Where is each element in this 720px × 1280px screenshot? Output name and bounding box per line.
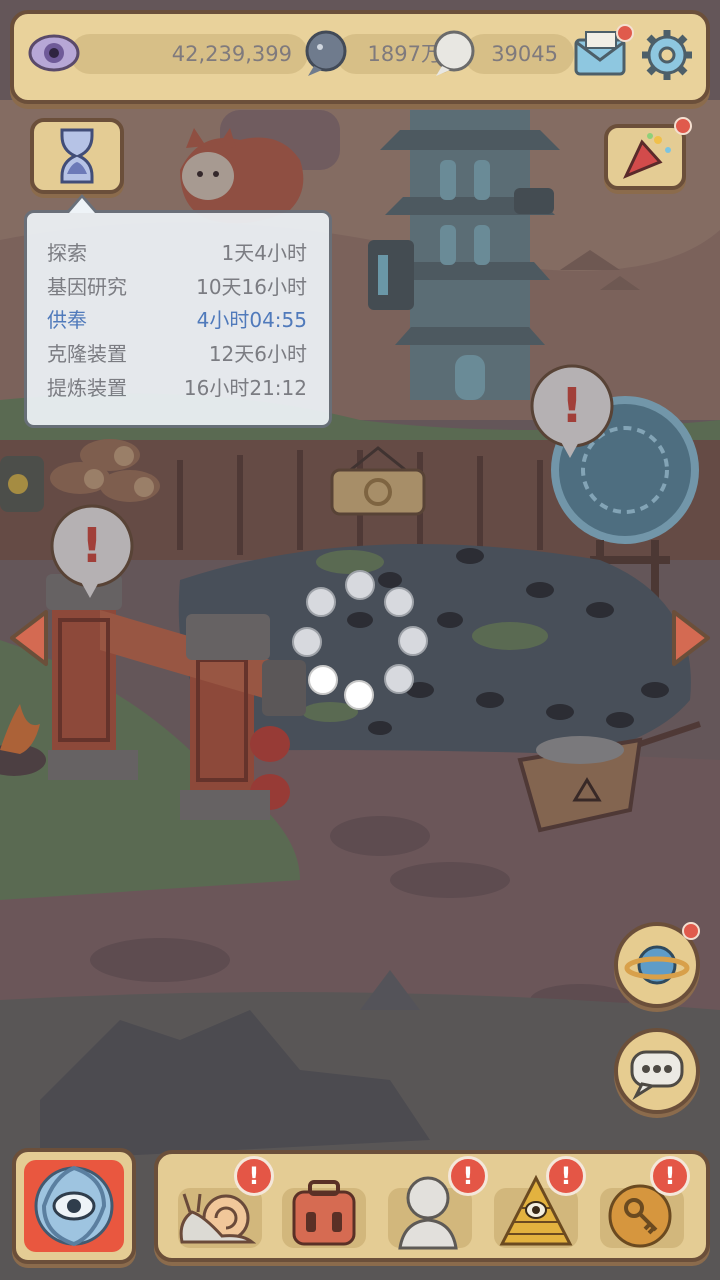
left-arrow-icon[interactable] [6, 608, 52, 668]
event-button[interactable] [604, 124, 686, 190]
tooltip-row-refinery: 提炼装置 16小时21:12 [47, 372, 307, 404]
pond-dot[interactable] [345, 570, 375, 600]
tooltip-row-label: 探索 [47, 241, 87, 265]
speech-resource-value: 39045 [491, 42, 558, 66]
suitcase-icon [292, 1180, 356, 1246]
chat-button[interactable] [614, 1028, 700, 1114]
tooltip-row-value: 10天16小时 [196, 275, 307, 299]
timer-button[interactable] [30, 118, 124, 194]
pond-dot[interactable] [384, 664, 414, 694]
party-popper-icon [622, 133, 671, 179]
gear-icon[interactable] [638, 26, 696, 84]
gate-alert-mark: ! [81, 518, 103, 574]
pond-dot[interactable] [398, 626, 428, 656]
pyramid-alert-badge: ! [546, 1156, 586, 1196]
speech-resource-counter: 39045 [464, 34, 574, 74]
chat-icon [630, 1050, 684, 1101]
tooltip-pointer-fill [69, 198, 95, 213]
planet-notification-dot [682, 922, 700, 940]
pond-dot[interactable] [306, 587, 336, 617]
event-notification-dot [674, 117, 692, 135]
key-coin-alert-badge: ! [650, 1156, 690, 1196]
suitcase-button[interactable] [276, 1168, 372, 1252]
snail-button[interactable]: ! [172, 1156, 274, 1252]
tooltip-row-value: 16小时21:12 [183, 376, 307, 400]
vortex-eye-icon [24, 1160, 124, 1252]
eye-icon [28, 34, 80, 72]
eye-resource-counter: 42,239,399 [70, 34, 308, 74]
tooltip-row-explore: 探索 1天4小时 [47, 237, 307, 269]
bust-alert-badge: ! [448, 1156, 488, 1196]
tooltip-row-offering: 供奉 4小时04:55 [47, 304, 307, 336]
tooltip-row-value: 12天6小时 [208, 342, 307, 366]
pyramid-eye-button[interactable]: ! [488, 1156, 586, 1252]
vortex-eye-button[interactable] [12, 1148, 136, 1264]
tooltip-row-label: 供奉 [47, 308, 87, 332]
tooltip-row-label: 基因研究 [47, 275, 127, 299]
snail-alert-badge: ! [234, 1156, 274, 1196]
resource-bar: 42,239,399 1897万 39045 [10, 10, 710, 104]
game-screen: { "resources": { "eyes": "42,239,399", "… [0, 0, 720, 1280]
speech-bubble-icon [433, 30, 475, 76]
activity-timer-tooltip: 探索 1天4小时 基因研究 10天16小时 供奉 4小时04:55 克隆装置 1… [24, 210, 332, 428]
eye-resource-value: 42,239,399 [171, 42, 292, 66]
tooltip-row-label: 提炼装置 [47, 376, 127, 400]
tooltip-row-clone-device: 克隆装置 12天6小时 [47, 338, 307, 370]
pond-dot-active[interactable] [344, 680, 374, 710]
mail-notification-dot [616, 24, 634, 42]
tooltip-row-value: 1天4小时 [221, 241, 307, 265]
portal-alert-mark: ! [561, 378, 583, 434]
hourglass-icon [60, 128, 94, 184]
bottom-menu-bar: ! ! ! ! [154, 1150, 710, 1262]
tooltip-row-label: 克隆装置 [47, 342, 127, 366]
key-coin-button[interactable]: ! [594, 1156, 690, 1252]
right-arrow-icon[interactable] [668, 608, 714, 668]
tooltip-row-value: 4小时04:55 [196, 308, 307, 332]
dark-bubble-icon [305, 30, 347, 76]
chest-machine [0, 456, 44, 512]
bust-statue-button[interactable]: ! [382, 1156, 488, 1252]
tooltip-row-gene-research: 基因研究 10天16小时 [47, 271, 307, 303]
pond-dot[interactable] [384, 587, 414, 617]
pond-dot[interactable] [292, 627, 322, 657]
pond-dot-active[interactable] [308, 665, 338, 695]
